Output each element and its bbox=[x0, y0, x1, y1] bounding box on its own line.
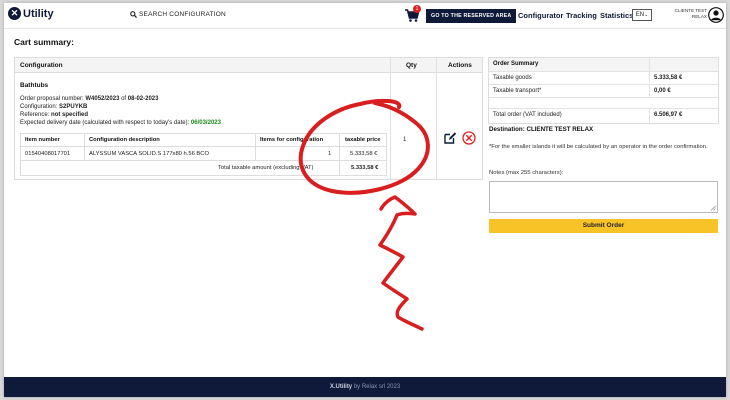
transport-note: *For the smaller islands it will be calc… bbox=[489, 144, 708, 150]
product-group-title: Bathtubs bbox=[20, 82, 49, 89]
reference-line: Reference: not specified bbox=[20, 112, 88, 118]
search-label: SEARCH CONFIGURATION bbox=[139, 11, 226, 18]
order-date: 08-02-2023 bbox=[127, 96, 159, 102]
logo-text: Utility bbox=[23, 7, 54, 20]
logo[interactable]: ✕ Utility bbox=[8, 7, 54, 20]
footer: X.Utility by Relax srl 2023 bbox=[4, 377, 726, 397]
table-column-divider bbox=[339, 134, 340, 175]
total-row: Total taxable amount (excluding VAT) 5.3… bbox=[21, 161, 386, 175]
items-table: Item number Configuration description It… bbox=[20, 133, 387, 176]
reference-value: not specified bbox=[51, 112, 89, 118]
order-proposal-line: Order proposal number: W4052/2023 of 08-… bbox=[20, 96, 158, 102]
chevron-down-icon: ⌄ bbox=[644, 12, 649, 18]
taxable-goods-label: Taxable goods bbox=[493, 75, 532, 81]
total-order-value: 6.506,97 € bbox=[654, 112, 683, 118]
total-order-label: Total order (VAT included) bbox=[493, 112, 562, 118]
reserved-area-button[interactable]: GO TO THE RESERVED AREA bbox=[426, 9, 517, 23]
quantity-value[interactable]: 1 bbox=[403, 137, 406, 143]
order-proposal-number: W4052/2023 bbox=[85, 96, 120, 102]
configuration-column-header: Configuration bbox=[20, 62, 63, 69]
order-proposal-label: Order proposal number: bbox=[20, 96, 84, 102]
items-for-configuration-header: Items for configuration bbox=[260, 137, 324, 143]
taxable-goods-value: 5.333,58 € bbox=[654, 75, 683, 81]
reference-label: Reference: bbox=[20, 112, 50, 118]
notes-textarea[interactable] bbox=[489, 181, 718, 213]
notes-label: Notes (max 255 characters): bbox=[489, 170, 564, 176]
language-value: EN bbox=[635, 12, 645, 18]
total-order-row: Total order (VAT included) 6.506,97 € bbox=[489, 108, 718, 121]
column-divider bbox=[390, 58, 391, 179]
language-select[interactable]: EN⌄ bbox=[632, 9, 652, 21]
destination-text: Destination: CLIENTE TEST RELAX bbox=[489, 126, 594, 133]
summary-column-divider bbox=[649, 58, 650, 98]
search-icon bbox=[130, 11, 137, 18]
items-count-cell: 1 bbox=[328, 151, 332, 157]
configuration-line: Configuration: S2PUYKB bbox=[20, 104, 87, 110]
nav-configurator[interactable]: Configurator bbox=[518, 11, 563, 20]
cart-configuration-panel: Configuration Qty Actions Bathtubs Order… bbox=[14, 57, 483, 180]
search-configuration-link[interactable]: SEARCH CONFIGURATION bbox=[130, 11, 226, 18]
user-name: CLIENTE TEST RELAX bbox=[667, 8, 707, 20]
total-taxable-value: 5.333,58 € bbox=[351, 165, 379, 171]
top-header: ✕ Utility SEARCH CONFIGURATION 1 GO TO T… bbox=[4, 3, 726, 29]
item-number-cell: 01540408017701 bbox=[25, 151, 71, 157]
logo-x-icon: ✕ bbox=[8, 7, 21, 20]
column-divider bbox=[436, 58, 437, 179]
annotation-arrow bbox=[378, 195, 424, 331]
items-table-header: Item number Configuration description It… bbox=[21, 134, 386, 147]
description-header: Configuration description bbox=[89, 137, 160, 143]
user-avatar-icon[interactable] bbox=[708, 7, 724, 23]
delivery-date-label: Expected delivery date (calculated with … bbox=[20, 120, 190, 126]
summary-column-divider bbox=[649, 108, 650, 123]
cart-table-header: Configuration Qty Actions bbox=[15, 58, 482, 73]
cart-button[interactable]: 1 bbox=[404, 5, 421, 23]
user-name-line2: RELAX bbox=[691, 14, 707, 19]
edit-icon[interactable] bbox=[443, 131, 457, 145]
order-of-label: of bbox=[121, 96, 127, 102]
delivery-date-value: 06/03/2023 bbox=[190, 120, 221, 126]
taxable-price-header: taxable price bbox=[345, 137, 381, 143]
delete-icon[interactable] bbox=[462, 131, 476, 145]
item-number-header: Item number bbox=[25, 137, 60, 143]
description-cell: ALYSSUM VASCA SOLID.S 177x80 h.56 BCO bbox=[89, 151, 209, 157]
order-summary-header: Order Summary bbox=[489, 58, 718, 72]
configuration-label: Configuration: bbox=[20, 104, 58, 110]
taxable-transport-row: Taxable transport* 0,00 € bbox=[489, 85, 718, 98]
taxable-price-cell: 5.333,58 € bbox=[350, 151, 378, 157]
taxable-goods-row: Taxable goods 5.333,58 € bbox=[489, 72, 718, 85]
order-summary-panel: Order Summary Taxable goods 5.333,58 € T… bbox=[488, 57, 719, 124]
delivery-date-line: Expected delivery date (calculated with … bbox=[20, 120, 221, 126]
nav-tracking[interactable]: Tracking bbox=[566, 11, 597, 20]
qty-column-header: Qty bbox=[406, 62, 417, 69]
table-column-divider bbox=[84, 134, 85, 161]
footer-brand: X.Utility bbox=[329, 384, 353, 390]
resize-grip-icon[interactable] bbox=[710, 205, 716, 211]
app-window: ✕ Utility SEARCH CONFIGURATION 1 GO TO T… bbox=[4, 3, 726, 397]
footer-copyright: by Relax srl 2023 bbox=[353, 384, 401, 390]
taxable-transport-value: 0,00 € bbox=[654, 88, 671, 94]
taxable-transport-label: Taxable transport* bbox=[493, 88, 542, 94]
table-row: 01540408017701 ALYSSUM VASCA SOLID.S 177… bbox=[21, 147, 386, 161]
cart-count-badge: 1 bbox=[413, 5, 421, 13]
nav-statistics[interactable]: Statistics bbox=[600, 11, 633, 20]
configuration-code: S2PUYKB bbox=[59, 104, 88, 110]
order-summary-title: Order Summary bbox=[493, 61, 539, 67]
table-column-divider bbox=[255, 134, 256, 161]
total-taxable-label: Total taxable amount (excluding VAT) bbox=[218, 165, 314, 171]
page-title: Cart summary: bbox=[14, 37, 74, 47]
actions-column-header: Actions bbox=[448, 62, 472, 69]
submit-order-button[interactable]: Submit Order bbox=[489, 219, 718, 233]
